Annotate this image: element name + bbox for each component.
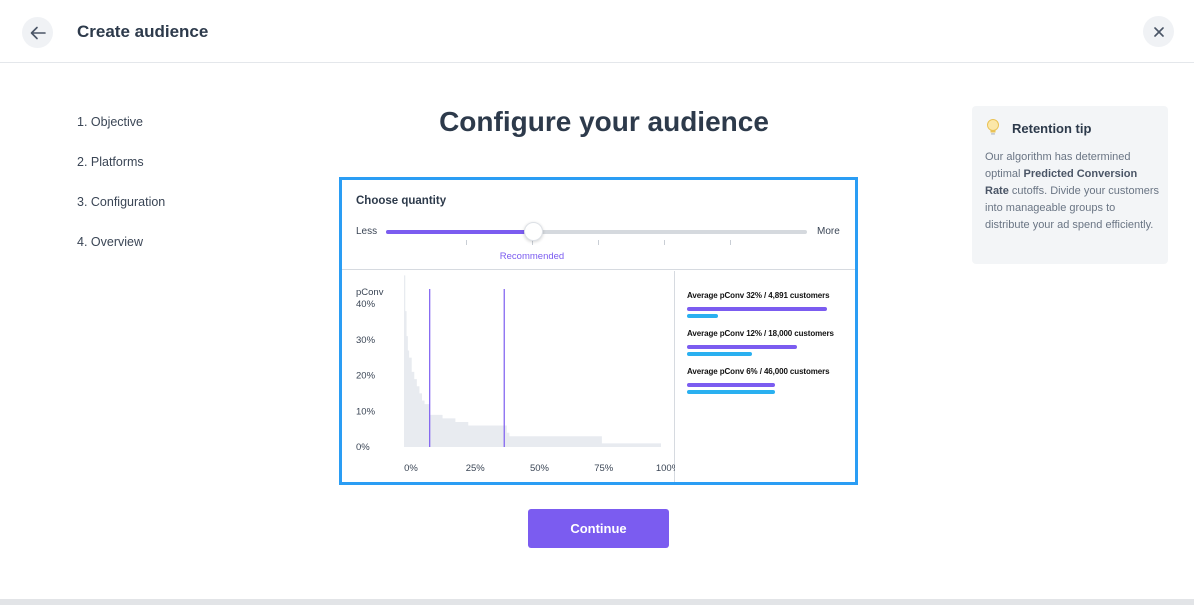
more-label: More: [817, 226, 840, 237]
chart-area: [404, 275, 661, 447]
x-tick-label: 75%: [594, 463, 614, 474]
back-button[interactable]: [22, 17, 53, 48]
less-label: Less: [356, 226, 378, 237]
tip-text: Our algorithm has determined optimal Pre…: [985, 149, 1160, 234]
slider-tick: [664, 240, 665, 245]
y-tick-label: 20%: [356, 371, 376, 382]
page-title: Create audience: [77, 22, 209, 41]
recommended-label: Recommended: [499, 251, 565, 262]
quantity-slider[interactable]: [386, 222, 807, 245]
segment-bar-blue: [687, 314, 718, 318]
segment-item: Average pConv 6% / 46,000 customers: [687, 367, 830, 394]
x-tick-label: 0%: [404, 463, 418, 474]
tip-text-part: cutoffs. Divide your customers into mana…: [985, 185, 1160, 231]
segment-bar-purple: [687, 345, 798, 349]
slider-handle[interactable]: [524, 222, 544, 241]
y-tick-label: 10%: [356, 406, 376, 417]
quantity-title: Choose quantity: [356, 195, 447, 207]
close-icon: [1153, 26, 1164, 37]
segment-item: Average pConv 12% / 18,000 customers: [687, 329, 834, 356]
x-tick-label: 100%: [656, 463, 675, 474]
segment-label: Average pConv 12% / 18,000 customers: [687, 329, 834, 338]
slider-tick: [466, 240, 467, 245]
slider-fill: [386, 230, 534, 234]
lightbulb-icon: [987, 119, 999, 135]
pconv-chart: pConv 40% 30% 20% 10% 0% 0% 25% 50% 75% 100%: [342, 271, 675, 482]
step-platforms[interactable]: 2. Platforms: [77, 155, 165, 195]
steps-nav: 1. Objective 2. Platforms 3. Configurati…: [77, 115, 165, 275]
close-button[interactable]: [1143, 16, 1174, 47]
step-configuration[interactable]: 3. Configuration: [77, 195, 165, 235]
quantity-section: Choose quantity Less More Recommended: [342, 180, 855, 270]
segment-bar-purple: [687, 383, 776, 387]
slider-tick: [730, 240, 731, 245]
segment-label: Average pConv 6% / 46,000 customers: [687, 367, 830, 376]
header-bar: Create audience: [0, 0, 1194, 63]
segment-bar-blue: [687, 352, 753, 356]
slider-tick: [598, 240, 599, 245]
y-tick-label: 0%: [356, 442, 370, 453]
step-objective[interactable]: 1. Objective: [77, 115, 165, 155]
tip-title: Retention tip: [1012, 121, 1092, 136]
audience-config-panel: Choose quantity Less More Recommended pC…: [339, 177, 858, 485]
y-tick-label: 30%: [356, 335, 376, 346]
x-tick-label: 50%: [530, 463, 550, 474]
y-tick-label: 40%: [356, 299, 376, 310]
continue-button[interactable]: Continue: [528, 509, 669, 548]
chart-ylabel: pConv: [356, 287, 384, 298]
x-tick-label: 25%: [466, 463, 486, 474]
segment-bar-blue: [687, 390, 776, 394]
segment-item: Average pConv 32% / 4,891 customers: [687, 291, 830, 318]
bottom-divider: [0, 599, 1194, 605]
arrow-left-icon: [30, 26, 46, 39]
pconv-distribution-chart: pConv 40% 30% 20% 10% 0% 0% 25% 50% 75% 100%: [356, 275, 675, 474]
segment-bar-purple: [687, 307, 827, 311]
segment-label: Average pConv 32% / 4,891 customers: [687, 291, 830, 300]
step-overview[interactable]: 4. Overview: [77, 235, 165, 275]
segment-legend: Average pConv 32% / 4,891 customers Aver…: [676, 271, 855, 482]
retention-tip-card: Retention tip Our algorithm has determin…: [972, 106, 1168, 264]
main-heading: Configure your audience: [439, 106, 769, 137]
